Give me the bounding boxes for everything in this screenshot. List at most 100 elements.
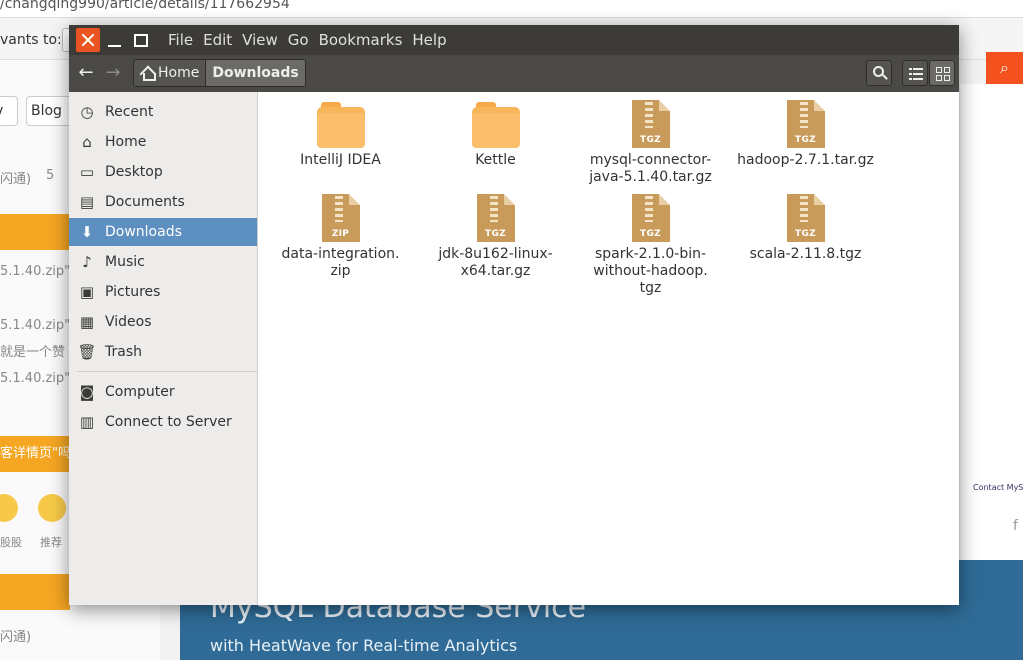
sidebar-item-pictures[interactable]: ▣ Pictures: [69, 278, 257, 306]
sidebar-item-recent[interactable]: ◷ Recent: [69, 98, 257, 126]
browser-snippet[interactable]: 5.1.40.zip": [0, 371, 70, 386]
picture-icon: ▣: [79, 283, 95, 301]
list-view-button[interactable]: [902, 60, 928, 86]
browser-meta-text: 闪通): [0, 172, 32, 187]
browser-snippet: 就是一个赞: [0, 345, 66, 360]
grid-icon: [936, 67, 950, 81]
list-icon: [909, 68, 923, 80]
browser-orange-bar: [0, 214, 70, 250]
sidebar-item-connect-to-server[interactable]: ▥ Connect to Server: [69, 408, 257, 436]
browser-snippet[interactable]: 5.1.40.zip": [0, 264, 70, 279]
sidebar-item-label: Connect to Server: [105, 414, 232, 430]
clock-icon: ◷: [80, 103, 94, 121]
menu-help[interactable]: Help: [412, 25, 454, 55]
sidebar-divider: [77, 371, 257, 372]
file-item-scala[interactable]: TGZ scala-2.11.8.tgz: [733, 194, 878, 263]
browser-eye-count: 5: [46, 168, 55, 183]
download-icon: ⬇: [80, 223, 94, 241]
search-icon: ⌕: [1000, 58, 1009, 77]
file-label: scala-2.11.8.tgz: [749, 246, 862, 262]
sidebar-item-label: Documents: [105, 194, 185, 210]
sidebar-item-documents[interactable]: ▤ Documents: [69, 188, 257, 216]
sidebar: ◷ Recent ⌂ Home ▭ Desktop ▤ Documents ⬇ …: [69, 92, 258, 605]
browser-contact-link[interactable]: Contact MySQ: [973, 483, 1023, 492]
file-item-spark[interactable]: TGZ spark-2.1.0-bin- without-hadoop. tgz: [578, 194, 723, 297]
archive-type-label: ZIP: [331, 229, 350, 239]
sidebar-item-desktop[interactable]: ▭ Desktop: [69, 158, 257, 186]
sidebar-item-label: Trash: [105, 344, 142, 360]
archive-icon: TGZ: [631, 194, 670, 242]
file-label: data-integration. zip: [268, 246, 413, 280]
file-label: Kettle: [475, 152, 516, 168]
file-label-line: java-5.1.40.tar.gz: [589, 169, 712, 185]
archive-icon: TGZ: [631, 100, 670, 148]
sidebar-item-label: Music: [105, 254, 145, 270]
file-label-line: data-integration.: [281, 246, 400, 262]
minimize-button[interactable]: [103, 28, 127, 52]
browser-snippet[interactable]: 5.1.40.zip": [0, 318, 70, 333]
toolbar: ← → Home Downloads: [69, 55, 959, 92]
menu-go[interactable]: Go: [288, 25, 317, 55]
breadcrumb: Home Downloads: [133, 59, 306, 87]
grid-view-button[interactable]: [929, 60, 955, 86]
arrow-right-icon: →: [105, 62, 121, 83]
folder-icon: [471, 102, 520, 148]
banner-subtitle: with HeatWave for Real-time Analytics: [210, 636, 518, 655]
file-item-mysql-connector[interactable]: TGZ mysql-connector- java-5.1.40.tar.gz: [578, 100, 723, 186]
sidebar-item-label: Computer: [105, 384, 175, 400]
trash-icon: 🗑: [77, 343, 97, 361]
sidebar-item-computer[interactable]: ◙ Computer: [69, 378, 257, 406]
archive-type-label: TGZ: [640, 229, 661, 239]
file-label: jdk-8u162-linux- x64.tar.gz: [423, 246, 568, 280]
computer-icon: ◙: [79, 383, 95, 401]
file-label: spark-2.1.0-bin- without-hadoop. tgz: [578, 246, 723, 297]
emoji-icon[interactable]: [38, 494, 66, 522]
title-bar[interactable]: File Edit View Go Bookmarks Help: [69, 25, 959, 55]
menu-file[interactable]: File: [168, 25, 201, 55]
back-button[interactable]: ←: [73, 60, 99, 86]
archive-type-label: TGZ: [640, 135, 661, 145]
home-icon: [140, 66, 156, 81]
archive-icon: TGZ: [786, 100, 825, 148]
file-item-jdk[interactable]: TGZ jdk-8u162-linux- x64.tar.gz: [423, 194, 568, 280]
menu-view[interactable]: View: [242, 25, 286, 55]
sidebar-item-label: Videos: [105, 314, 152, 330]
file-item-kettle[interactable]: Kettle: [423, 102, 568, 169]
sidebar-item-label: Desktop: [105, 164, 163, 180]
browser-pill-button[interactable]: v: [0, 96, 18, 126]
browser-emoji-label: 推荐: [40, 536, 62, 549]
file-item-hadoop[interactable]: TGZ hadoop-2.7.1.tar.gz: [733, 100, 878, 169]
breadcrumb-downloads[interactable]: Downloads: [205, 60, 305, 86]
archive-icon: TGZ: [786, 194, 825, 242]
breadcrumb-home[interactable]: Home: [134, 60, 206, 86]
browser-prompt-text: vants to:: [0, 32, 62, 48]
sidebar-item-home[interactable]: ⌂ Home: [69, 128, 257, 156]
sidebar-item-trash[interactable]: 🗑 Trash: [69, 338, 257, 366]
file-label: IntelliJ IDEA: [300, 152, 381, 168]
home-icon: ⌂: [82, 133, 92, 151]
browser-orange-strip: 客详情页"吗: [0, 436, 70, 472]
file-label-line: zip: [330, 263, 351, 279]
sidebar-item-downloads[interactable]: ⬇ Downloads: [69, 218, 257, 246]
sidebar-item-videos[interactable]: ▦ Videos: [69, 308, 257, 336]
menu-edit[interactable]: Edit: [203, 25, 240, 55]
file-item-data-integration[interactable]: ZIP data-integration. zip: [268, 194, 413, 280]
sidebar-item-label: Recent: [105, 104, 154, 120]
file-label-line: jdk-8u162-linux-: [438, 246, 553, 262]
archive-type-label: TGZ: [795, 135, 816, 145]
desktop-icon: ▭: [79, 163, 95, 181]
sidebar-item-music[interactable]: ♪ Music: [69, 248, 257, 276]
browser-url-bar[interactable]: /changqing990/article/details/117662954: [0, 0, 1023, 18]
close-button[interactable]: [76, 28, 100, 52]
menu-bookmarks[interactable]: Bookmarks: [319, 25, 411, 55]
browser-search-button[interactable]: ⌕: [986, 52, 1023, 84]
search-button[interactable]: [866, 60, 892, 86]
forward-button[interactable]: →: [100, 60, 126, 86]
archive-type-label: TGZ: [485, 229, 506, 239]
archive-type-label: TGZ: [795, 229, 816, 239]
maximize-button[interactable]: [128, 28, 152, 52]
facebook-icon[interactable]: f: [1013, 518, 1018, 534]
file-item-intellij-idea[interactable]: IntelliJ IDEA: [268, 102, 413, 169]
browser-meta-text: 闪通): [0, 630, 32, 645]
music-icon: ♪: [82, 253, 92, 271]
